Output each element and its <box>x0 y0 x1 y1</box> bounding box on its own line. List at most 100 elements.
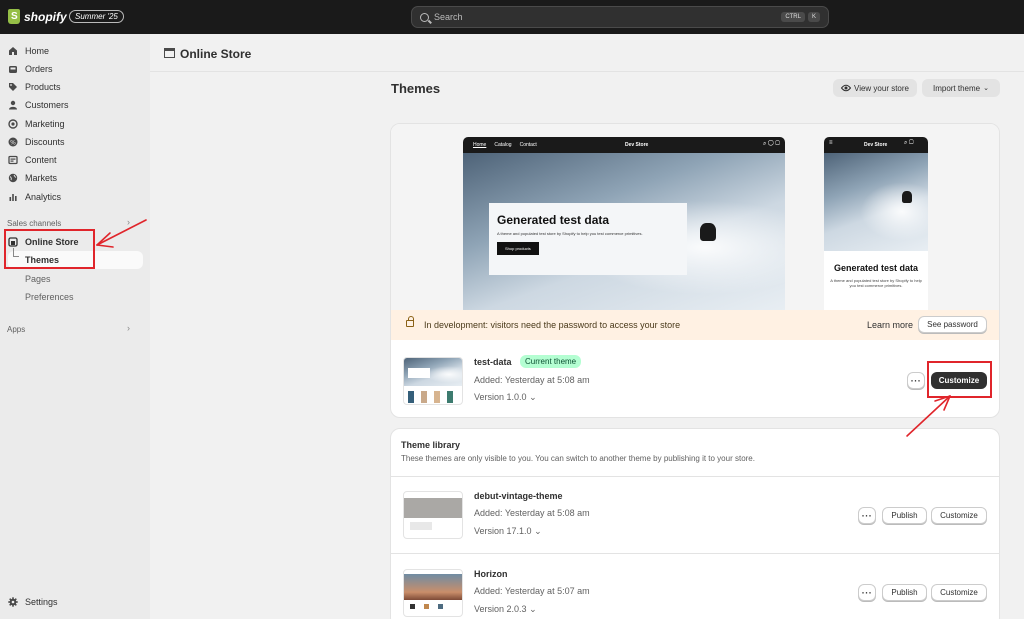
target-icon <box>8 119 18 129</box>
sales-channels-heading[interactable]: Sales channels <box>7 219 61 228</box>
search-bar[interactable]: CTRL K <box>411 6 829 28</box>
theme-thumbnail <box>403 491 463 539</box>
thumbnail-image <box>404 574 462 600</box>
settings-label: Settings <box>25 597 58 607</box>
preview-nav-icons: ⌕ ◯ ▢ <box>763 141 780 147</box>
sidebar-subitem-preferences[interactable]: Preferences <box>25 292 74 302</box>
view-store-label: View your store <box>854 83 909 93</box>
sidebar-item-home[interactable]: Home <box>0 42 143 60</box>
mobile-preview: ≡ Dev Store ⌕ ▢ Generated test data A th… <box>824 137 928 311</box>
skier-figure <box>700 223 716 241</box>
search-icon <box>420 12 429 22</box>
import-theme-label: Import theme <box>932 83 981 93</box>
chevron-right-icon[interactable]: › <box>127 217 130 227</box>
desktop-preview: Home Catalog Contact Dev Store ⌕ ◯ ▢ Gen… <box>463 137 785 311</box>
thumbnail-product <box>408 391 414 403</box>
sidebar-item-customers[interactable]: Customers <box>0 96 143 114</box>
sidebar-subitem-pages[interactable]: Pages <box>25 274 51 284</box>
preview-brand: Dev Store <box>625 142 649 148</box>
divider <box>391 476 999 477</box>
thumbnail-product <box>434 391 440 403</box>
theme-thumbnail <box>403 357 463 405</box>
sidebar-item-markets[interactable]: Markets <box>0 169 143 187</box>
annotation-box-online-store <box>4 229 95 269</box>
apps-heading[interactable]: Apps <box>7 325 25 334</box>
thumbnail-hero <box>408 368 430 378</box>
orders-icon <box>8 64 18 74</box>
sidebar-item-orders[interactable]: Orders <box>0 60 143 78</box>
preview-nav-link: Catalog <box>494 142 512 148</box>
hero-button: Shop products <box>497 242 539 255</box>
gear-icon <box>8 597 18 607</box>
hero-image <box>824 153 928 251</box>
eye-icon <box>841 84 851 92</box>
sidebar-item-label: Products <box>25 82 61 92</box>
thumbnail-image <box>404 498 462 518</box>
hero-title: Generated test data <box>497 213 610 227</box>
version-label: Version 2.0.3 <box>474 604 527 614</box>
preview-nav: Home Catalog Contact Dev Store ⌕ ◯ ▢ <box>463 137 785 153</box>
logo-text: shopify <box>24 9 67 24</box>
more-actions-button[interactable]: ··· <box>858 584 876 601</box>
library-theme-name: debut-vintage-theme <box>474 491 563 501</box>
theme-preview[interactable]: Home Catalog Contact Dev Store ⌕ ◯ ▢ Gen… <box>391 124 999 311</box>
sidebar-item-label: Orders <box>25 64 53 74</box>
customize-button[interactable]: Customize <box>931 507 987 524</box>
sidebar-item-discounts[interactable]: % Discounts <box>0 133 143 151</box>
sidebar-item-products[interactable]: Products <box>0 78 143 96</box>
sidebar-item-label: Markets <box>25 173 58 183</box>
view-store-button[interactable]: View your store <box>833 79 917 97</box>
hero-box: Generated test data A theme and populate… <box>489 203 687 275</box>
current-theme-badge: Current theme <box>520 355 582 368</box>
publish-label: Publish <box>891 588 918 597</box>
preview-nav-link: Home <box>473 142 487 148</box>
person-icon <box>8 100 18 110</box>
learn-more-link[interactable]: Learn more <box>867 320 913 330</box>
sidebar-item-label: Analytics <box>25 192 62 202</box>
customize-button[interactable]: Customize <box>931 584 987 601</box>
chevron-right-icon[interactable]: › <box>127 323 130 333</box>
current-theme-card: Home Catalog Contact Dev Store ⌕ ◯ ▢ Gen… <box>390 123 1000 418</box>
publish-button[interactable]: Publish <box>882 584 927 601</box>
search-input[interactable] <box>434 12 779 22</box>
kbd-k: K <box>807 12 820 22</box>
current-theme-version[interactable]: Version 1.0.0 ⌄ <box>474 392 537 403</box>
sidebar-item-analytics[interactable]: Analytics <box>0 188 143 206</box>
globe-icon <box>8 173 18 183</box>
store-icon <box>164 48 175 58</box>
theme-thumbnail <box>403 569 463 617</box>
more-actions-button[interactable]: ··· <box>907 372 925 389</box>
thumbnail-product <box>421 391 427 403</box>
library-theme-added: Added: Yesterday at 5:08 am <box>474 508 590 518</box>
chevron-down-icon: ⌄ <box>534 526 542 536</box>
more-actions-button[interactable]: ··· <box>858 507 876 524</box>
tag-icon <box>8 82 18 92</box>
shopify-bag-icon <box>8 9 20 24</box>
current-theme-name: test-data <box>474 357 512 367</box>
import-theme-button[interactable]: Import theme ⌄ <box>922 79 1000 97</box>
svg-text:%: % <box>10 139 16 146</box>
library-theme-added: Added: Yesterday at 5:07 am <box>474 586 590 596</box>
sidebar-item-settings[interactable]: Settings <box>8 597 58 607</box>
skier-figure <box>902 191 912 203</box>
dev-banner: In development: visitors need the passwo… <box>391 310 999 340</box>
thumbnail-block <box>410 522 432 530</box>
see-password-button[interactable]: See password <box>918 316 987 333</box>
sidebar: Home Orders Products Customers Marketing… <box>0 34 150 619</box>
sidebar-item-content[interactable]: Content <box>0 151 143 169</box>
library-theme-version[interactable]: Version 2.0.3 ⌄ <box>474 604 537 615</box>
library-title: Theme library <box>401 440 461 450</box>
library-subtitle: These themes are only visible to you. Yo… <box>401 454 755 463</box>
edition-badge[interactable]: Summer '25 <box>69 10 124 23</box>
shopify-logo[interactable]: shopify <box>8 9 67 24</box>
hero-title: Generated test data <box>833 263 919 273</box>
sidebar-item-marketing[interactable]: Marketing <box>0 115 143 133</box>
library-theme-version[interactable]: Version 17.1.0 ⌄ <box>474 526 542 537</box>
lock-icon <box>406 316 414 327</box>
theme-library-card: Theme library These themes are only visi… <box>390 428 1000 619</box>
thumbnail-product <box>438 604 443 609</box>
publish-button[interactable]: Publish <box>882 507 927 524</box>
discount-icon: % <box>8 137 18 147</box>
thumbnail-product <box>424 604 429 609</box>
main-header: Online Store <box>150 34 1024 72</box>
